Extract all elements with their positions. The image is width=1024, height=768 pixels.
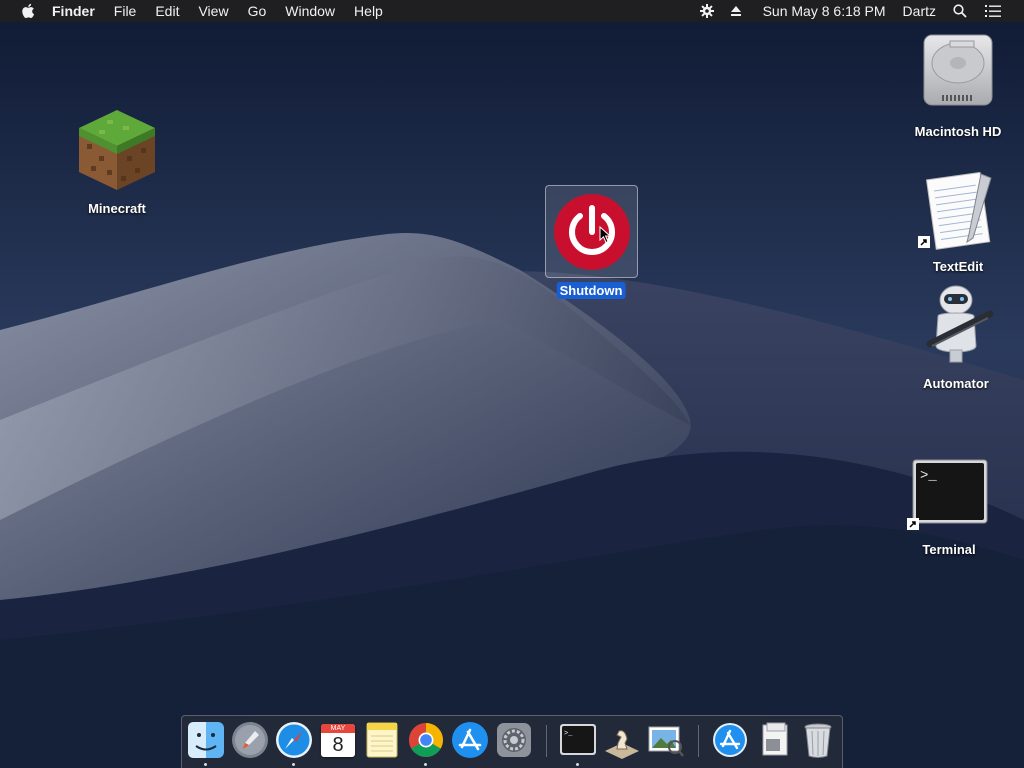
minecraft-block-icon [79,110,155,190]
chrome-icon[interactable] [407,721,445,759]
menu-user-name[interactable]: Dartz [903,3,936,19]
gear-icon[interactable] [698,0,716,22]
power-icon [554,194,630,270]
automator-robot-icon [926,285,994,363]
preview-icon[interactable] [647,721,685,759]
menu-window[interactable]: Window [285,3,335,19]
chess-icon[interactable] [603,721,641,759]
dock: MAY 8 >_ [181,715,843,768]
safari-icon[interactable] [275,721,313,759]
calendar-day: 8 [332,734,344,756]
system-preferences-icon[interactable] [495,721,533,759]
desktop-label-shutdown[interactable]: Shutdown [556,282,626,299]
svg-text:>_: >_ [920,468,937,484]
running-indicator [292,763,295,766]
desktop-icon-shutdown[interactable] [545,185,638,278]
menu-view[interactable]: View [198,3,228,19]
calendar-month: MAY [321,724,355,733]
hard-drive-icon [923,34,993,106]
documents-stack-icon[interactable] [755,721,793,759]
desktop-label-automator[interactable]: Automator [923,376,989,391]
launchpad-icon[interactable] [231,721,269,759]
calendar-icon[interactable]: MAY 8 [319,721,357,759]
desktop-icon-automator[interactable] [920,284,996,364]
spotlight-search-icon[interactable] [952,0,968,22]
menu-file[interactable]: File [114,3,137,19]
running-indicator [204,763,207,766]
menu-clock[interactable]: Sun May 8 6:18 PM [763,3,886,19]
alias-arrow-icon [907,518,919,530]
dock-separator [546,725,547,757]
desktop-icon-minecraft[interactable] [77,108,157,192]
mouse-cursor-icon [599,226,612,244]
desktop-label-minecraft[interactable]: Minecraft [88,201,146,216]
desktop-label-textedit[interactable]: TextEdit [933,259,983,274]
desktop-label-macintosh-hd[interactable]: Macintosh HD [915,124,1002,139]
desktop-icon-macintosh-hd[interactable] [920,33,996,111]
finder-icon[interactable] [187,721,225,759]
desktop-icon-terminal[interactable]: >_ [906,459,990,535]
running-indicator [424,763,427,766]
dock-separator [698,725,699,757]
app-store-folder-icon[interactable] [711,721,749,759]
menu-edit[interactable]: Edit [155,3,179,19]
desktop-label-terminal[interactable]: Terminal [922,542,975,557]
app-store-icon[interactable] [451,721,489,759]
menu-go[interactable]: Go [248,3,267,19]
notes-icon[interactable] [363,721,401,759]
eject-icon[interactable] [727,0,745,22]
svg-text:>_: >_ [564,730,573,738]
menu-app-name[interactable]: Finder [52,3,95,19]
terminal-icon[interactable]: >_ [559,721,597,759]
apple-menu-icon[interactable] [18,0,38,22]
menu-bar: Finder File Edit View Go Window Help Sun… [0,0,1024,22]
running-indicator [576,763,579,766]
notification-center-icon[interactable] [984,0,1002,22]
trash-icon[interactable] [799,721,837,759]
alias-arrow-icon [918,236,930,248]
menu-help[interactable]: Help [354,3,383,19]
desktop-icon-textedit[interactable] [917,168,997,252]
